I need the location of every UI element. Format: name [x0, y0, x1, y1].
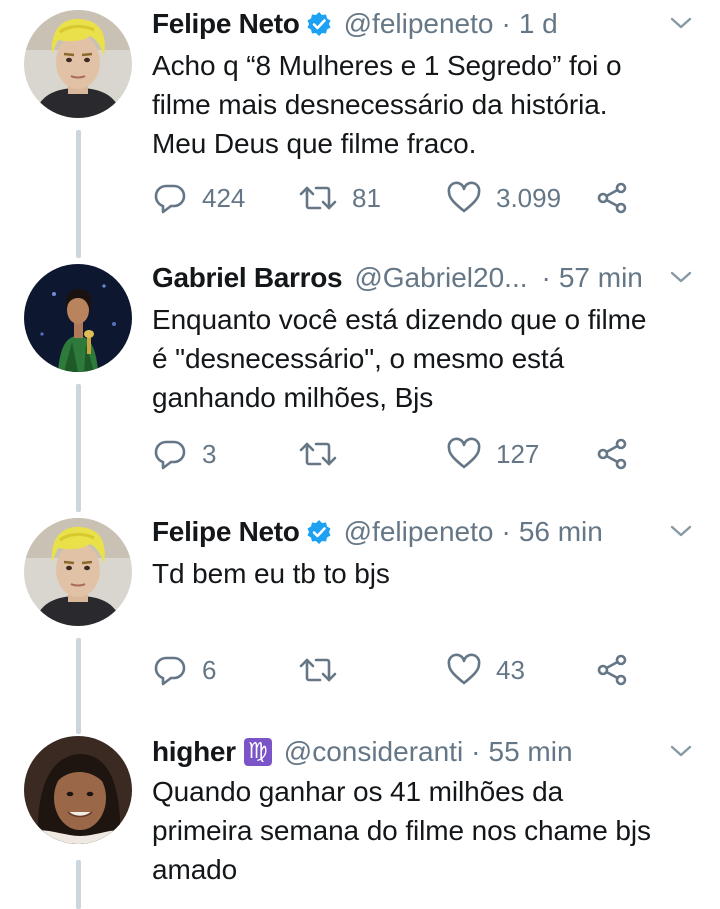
- retweet-count: 81: [352, 182, 381, 213]
- tweet-header: Gabriel Barros @Gabriel20... · 57 min: [152, 258, 643, 298]
- chevron-down-icon[interactable]: [670, 524, 692, 538]
- reply-count: 424: [202, 182, 246, 213]
- tweet-actions: 424 81 3.099: [152, 180, 652, 216]
- reply-button[interactable]: 424: [152, 180, 245, 216]
- separator: ·: [471, 736, 481, 767]
- share-button[interactable]: [594, 652, 630, 688]
- like-count: 43: [496, 654, 525, 685]
- like-button[interactable]: 43: [446, 652, 525, 688]
- handle[interactable]: @felipeneto: [344, 512, 494, 552]
- avatar[interactable]: [24, 264, 132, 372]
- tweet-header: Felipe Neto @felipeneto · 1 d: [152, 4, 558, 44]
- verified-badge-icon: [306, 519, 332, 545]
- avatar[interactable]: [24, 736, 132, 844]
- reply-icon: [152, 436, 188, 472]
- verified-badge-icon: [306, 11, 332, 37]
- retweet-icon: [298, 436, 338, 472]
- like-button[interactable]: 3.099: [446, 180, 561, 216]
- tweet-text: Quando ganhar os 41 milhões da primeira …: [152, 776, 651, 885]
- reply-button[interactable]: 3: [152, 436, 216, 472]
- tweet-text: Enquanto você está dizendo que o filme é…: [152, 304, 647, 413]
- avatar-image: [24, 264, 132, 372]
- like-count: 127: [496, 438, 540, 469]
- timestamp[interactable]: 55 min: [489, 732, 573, 772]
- virgo-sign-icon: ♍: [243, 738, 272, 766]
- tweet-actions: 3 127: [152, 436, 652, 472]
- share-icon: [594, 180, 630, 216]
- tweet-text: Td bem eu tb to bjs: [152, 558, 390, 589]
- timestamp[interactable]: 57 min: [559, 258, 643, 298]
- avatar[interactable]: [24, 10, 132, 118]
- reply-count: 6: [202, 654, 217, 685]
- heart-icon: [446, 652, 482, 688]
- like-count: 3.099: [496, 182, 562, 213]
- avatar-image: [24, 10, 132, 118]
- reply-icon: [152, 180, 188, 216]
- tweet: Felipe Neto @felipeneto · 56 min Td bem …: [0, 512, 720, 732]
- tweet: Gabriel Barros @Gabriel20... · 57 min En…: [0, 258, 720, 508]
- share-button[interactable]: [594, 180, 630, 216]
- avatar-image: [24, 736, 132, 844]
- handle[interactable]: @Gabriel20...: [354, 258, 527, 298]
- retweet-button[interactable]: 81: [298, 180, 381, 216]
- retweet-icon: [298, 652, 338, 688]
- tweet-actions: 6 43: [152, 652, 652, 688]
- handle[interactable]: @felipeneto: [344, 4, 494, 44]
- display-name[interactable]: Felipe Neto: [152, 512, 300, 552]
- display-name[interactable]: higher: [152, 732, 236, 772]
- avatar[interactable]: [24, 518, 132, 626]
- timestamp[interactable]: 56 min: [519, 512, 603, 552]
- separator: ·: [501, 516, 511, 547]
- tweet-header: higher ♍ @consideranti · 55 min: [152, 732, 573, 772]
- retweet-button[interactable]: [298, 652, 338, 688]
- reply-count: 3: [202, 438, 217, 469]
- heart-icon: [446, 180, 482, 216]
- reply-icon: [152, 652, 188, 688]
- tweet: Felipe Neto @felipeneto · 1 d Acho q “8 …: [0, 4, 720, 254]
- share-button[interactable]: [594, 436, 630, 472]
- chevron-down-icon[interactable]: [670, 744, 692, 758]
- avatar-image: [24, 518, 132, 626]
- tweet-header: Felipe Neto @felipeneto · 56 min: [152, 512, 603, 552]
- share-icon: [594, 652, 630, 688]
- handle[interactable]: @consideranti: [284, 732, 463, 772]
- tweet: higher ♍ @consideranti · 55 min Quando g…: [0, 732, 720, 909]
- reply-button[interactable]: 6: [152, 652, 216, 688]
- retweet-icon: [298, 180, 338, 216]
- like-button[interactable]: 127: [446, 436, 539, 472]
- timestamp[interactable]: 1 d: [519, 4, 558, 44]
- display-name[interactable]: Gabriel Barros: [152, 258, 343, 298]
- share-icon: [594, 436, 630, 472]
- display-name[interactable]: Felipe Neto: [152, 4, 300, 44]
- heart-icon: [446, 436, 482, 472]
- retweet-button[interactable]: [298, 436, 338, 472]
- chevron-down-icon[interactable]: [670, 16, 692, 30]
- separator: ·: [541, 262, 551, 293]
- separator: ·: [501, 8, 511, 39]
- tweet-text: Acho q “8 Mulheres e 1 Segredo” foi o fi…: [152, 50, 622, 159]
- chevron-down-icon[interactable]: [670, 270, 692, 284]
